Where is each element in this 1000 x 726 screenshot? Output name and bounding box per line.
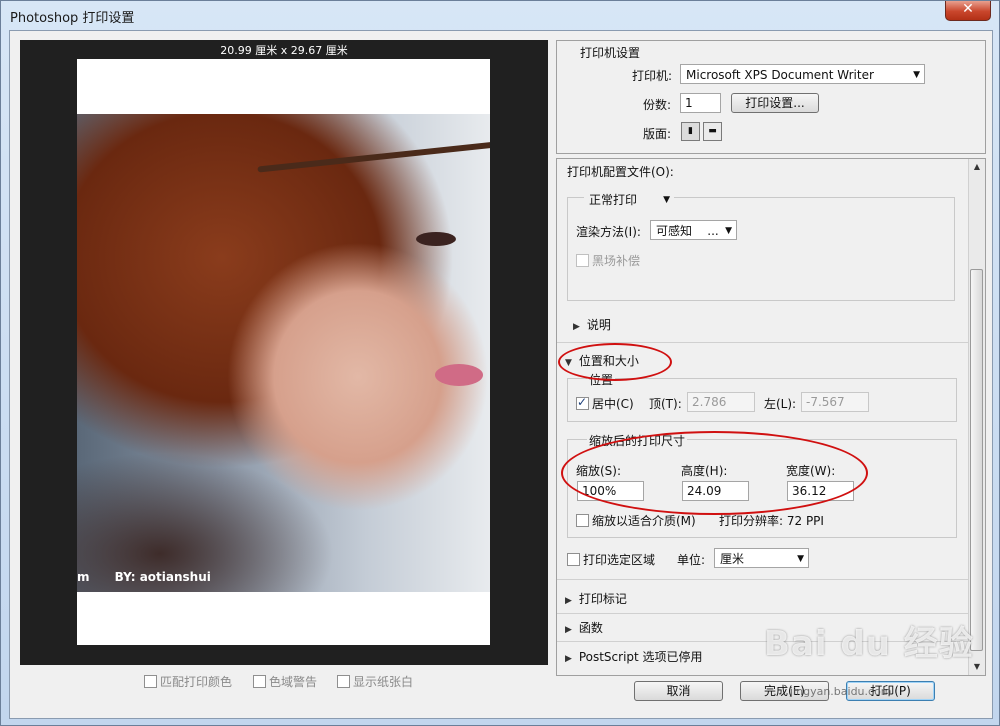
- copies-input[interactable]: 1: [680, 93, 721, 113]
- chevron-down-icon: ▼: [663, 195, 670, 205]
- baidu-watermark-url: jingyan.baidu.com: [790, 685, 892, 698]
- title-bar[interactable]: Photoshop 打印设置 ✕: [1, 1, 999, 29]
- printer-settings-header: 打印机设置: [580, 46, 641, 60]
- section-postscript[interactable]: ▶ PostScript 选项已停用: [565, 648, 703, 665]
- center-option[interactable]: 居中(C): [576, 395, 634, 412]
- show-paper-white-label: 显示纸张白: [353, 675, 414, 689]
- divider: [557, 613, 969, 614]
- section-functions-label: 函数: [578, 621, 603, 635]
- photo-watermark: m BY: aotianshui: [77, 570, 211, 584]
- gamut-warning-checkbox[interactable]: [253, 675, 266, 688]
- printer-select-value: Microsoft XPS Document Writer: [686, 68, 874, 82]
- annotation-oval-size: [561, 431, 868, 515]
- section-print-marks[interactable]: ▶ 打印标记: [565, 590, 627, 607]
- center-checkbox[interactable]: [576, 395, 589, 410]
- top-input[interactable]: 2.786: [687, 392, 755, 412]
- fit-media-option[interactable]: 缩放以适合介质(M): [576, 512, 696, 529]
- fit-media-checkbox[interactable]: [576, 514, 589, 527]
- expand-arrow-icon: ▶: [565, 625, 572, 635]
- layout-label: 版面:: [643, 127, 672, 141]
- left-input[interactable]: -7.567: [801, 392, 869, 412]
- section-functions[interactable]: ▶ 函数: [565, 619, 603, 636]
- top-label: 顶(T):: [649, 397, 682, 411]
- printer-settings-panel: 打印机设置 打印机: Microsoft XPS Document Writer…: [556, 40, 986, 154]
- expand-arrow-icon: ▶: [565, 596, 572, 606]
- eye: [416, 232, 456, 246]
- unit-select[interactable]: 厘米 ▼: [714, 548, 809, 568]
- black-point-label: 黑场补偿: [592, 254, 641, 268]
- chevron-down-icon: ▼: [797, 554, 804, 564]
- render-method-select[interactable]: 可感知 ... ▼: [650, 220, 737, 240]
- print-mode-select[interactable]: 正常打印 ▼: [584, 190, 674, 210]
- black-point-checkbox[interactable]: [576, 254, 589, 267]
- cancel-button[interactable]: 取消: [634, 681, 723, 701]
- window-title: Photoshop 打印设置: [10, 11, 135, 26]
- print-settings-button[interactable]: 打印设置...: [731, 93, 819, 113]
- unit-label: 单位:: [677, 553, 706, 567]
- divider: [557, 579, 969, 580]
- photo-watermark-text: BY: aotianshui: [114, 570, 211, 584]
- render-method-value: 可感知: [656, 224, 693, 238]
- gamut-warning-label: 色域警告: [269, 675, 318, 689]
- match-colors-option[interactable]: 匹配打印颜色: [144, 673, 232, 690]
- vertical-scrollbar[interactable]: ▲ ▼: [968, 159, 985, 675]
- print-selection-option[interactable]: 打印选定区域: [567, 551, 655, 568]
- printer-label: 打印机:: [632, 69, 673, 83]
- lips: [435, 364, 483, 386]
- section-postscript-label: PostScript 选项已停用: [578, 650, 703, 664]
- paper-sheet: m BY: aotianshui: [77, 59, 490, 645]
- scrollbar-thumb[interactable]: [970, 269, 983, 651]
- print-preview: 20.99 厘米 x 29.67 厘米 m BY: aotianshui: [20, 40, 548, 665]
- expand-arrow-icon: ▶: [573, 322, 580, 332]
- annotation-oval-section: [558, 343, 672, 381]
- match-colors-checkbox[interactable]: [144, 675, 157, 688]
- section-description-label: 说明: [586, 318, 611, 332]
- printer-profile-header: 打印机配置文件(O):: [567, 165, 674, 179]
- left-label: 左(L):: [764, 397, 797, 411]
- section-print-marks-label: 打印标记: [578, 592, 627, 606]
- landscape-orientation-icon[interactable]: ▬: [703, 122, 722, 141]
- preview-image[interactable]: m BY: aotianshui: [77, 114, 490, 592]
- show-paper-white-option[interactable]: 显示纸张白: [337, 673, 413, 690]
- photo-watermark-left: m: [77, 570, 90, 584]
- paper-size-label: 20.99 厘米 x 29.67 厘米: [220, 44, 348, 57]
- gamut-warning-option[interactable]: 色域警告: [253, 673, 317, 690]
- expand-arrow-icon: ▶: [565, 654, 572, 664]
- center-label: 居中(C): [592, 397, 634, 411]
- section-description[interactable]: ▶ 说明: [573, 316, 611, 333]
- fit-media-label: 缩放以适合介质(M): [592, 514, 696, 528]
- render-method-label: 渲染方法(I):: [576, 225, 641, 239]
- show-paper-white-checkbox[interactable]: [337, 675, 350, 688]
- scroll-up-icon[interactable]: ▲: [969, 159, 985, 175]
- chevron-down-icon: ▼: [913, 70, 920, 80]
- profile-group: [567, 197, 955, 301]
- black-point-option[interactable]: 黑场补偿: [576, 252, 640, 269]
- printer-select[interactable]: Microsoft XPS Document Writer ▼: [680, 64, 925, 84]
- headband: [257, 141, 490, 173]
- copies-label: 份数:: [643, 98, 672, 112]
- render-method-ellipsis: ...: [707, 224, 719, 238]
- print-selection-label: 打印选定区域: [583, 553, 656, 567]
- print-selection-checkbox[interactable]: [567, 553, 580, 566]
- portrait-orientation-icon[interactable]: ▮: [681, 122, 700, 141]
- match-colors-label: 匹配打印颜色: [160, 675, 233, 689]
- baidu-watermark-logo: Bai du 经验: [764, 624, 974, 664]
- close-button[interactable]: ✕: [945, 1, 991, 21]
- unit-value: 厘米: [720, 552, 745, 566]
- chevron-down-icon: ▼: [725, 226, 732, 236]
- print-mode-value: 正常打印: [589, 193, 638, 207]
- settings-scroll-panel[interactable]: 打印机配置文件(O): 正常打印 ▼ 渲染方法(I): 可感知 ... ▼ 黑场补偿…: [556, 158, 986, 676]
